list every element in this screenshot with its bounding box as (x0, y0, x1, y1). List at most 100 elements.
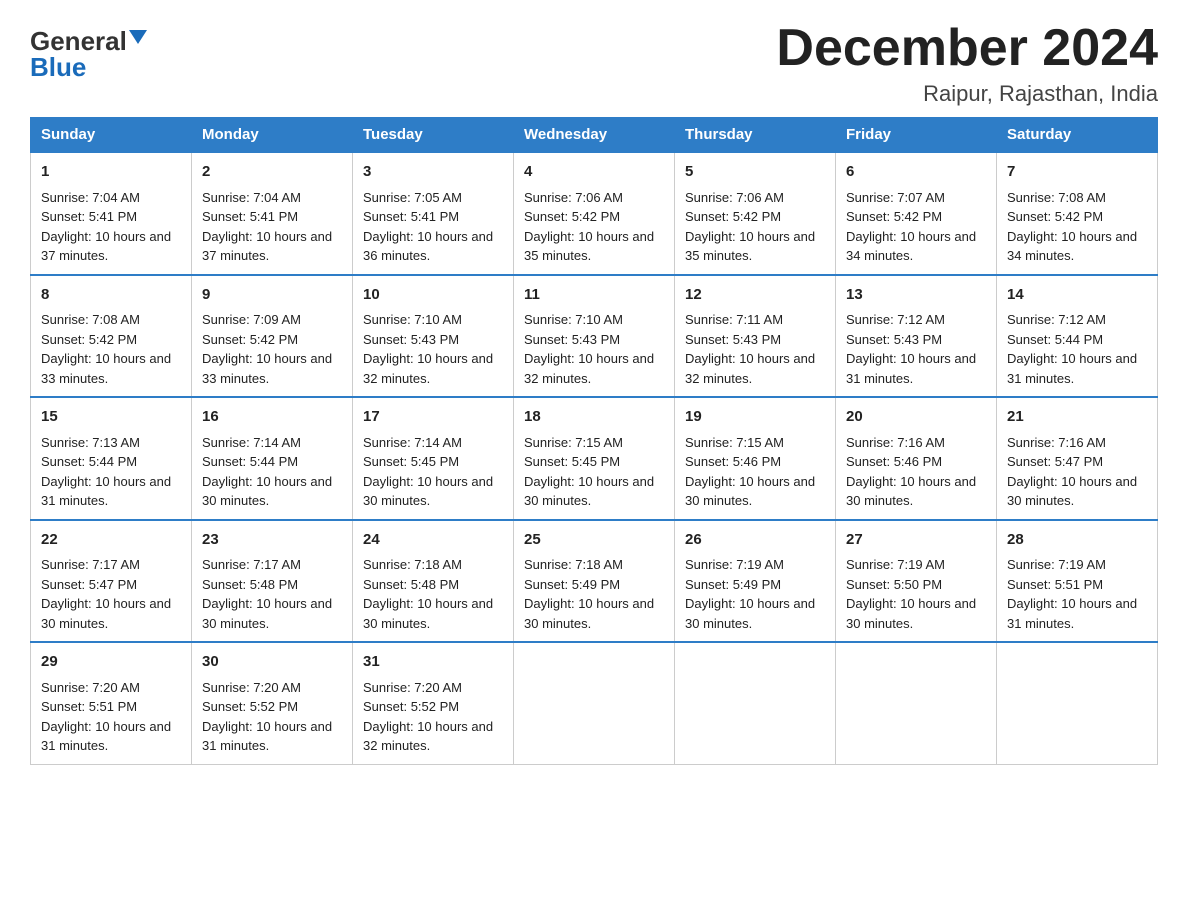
daylight-text: Daylight: 10 hours and 32 minutes. (524, 351, 654, 386)
page-title: December 2024 (776, 20, 1158, 77)
sunset-text: Sunset: 5:48 PM (363, 577, 459, 592)
sunrise-text: Sunrise: 7:18 AM (524, 557, 623, 572)
sunrise-text: Sunrise: 7:20 AM (41, 680, 140, 695)
day-number: 9 (202, 284, 342, 307)
sunrise-text: Sunrise: 7:10 AM (363, 312, 462, 327)
calendar-cell (514, 642, 675, 764)
sunrise-text: Sunrise: 7:08 AM (41, 312, 140, 327)
sunset-text: Sunset: 5:45 PM (524, 454, 620, 469)
sunset-text: Sunset: 5:41 PM (363, 209, 459, 224)
day-number: 7 (1007, 161, 1147, 184)
sunrise-text: Sunrise: 7:12 AM (846, 312, 945, 327)
sunrise-text: Sunrise: 7:20 AM (363, 680, 462, 695)
sunrise-text: Sunrise: 7:13 AM (41, 435, 140, 450)
calendar-cell: 22Sunrise: 7:17 AMSunset: 5:47 PMDayligh… (31, 520, 192, 643)
dow-header: Sunday (31, 118, 192, 153)
day-number: 6 (846, 161, 986, 184)
daylight-text: Daylight: 10 hours and 30 minutes. (363, 474, 493, 509)
day-number: 27 (846, 529, 986, 552)
sunset-text: Sunset: 5:42 PM (1007, 209, 1103, 224)
logo: General Blue (30, 20, 147, 80)
day-number: 25 (524, 529, 664, 552)
sunset-text: Sunset: 5:49 PM (524, 577, 620, 592)
dow-header: Tuesday (353, 118, 514, 153)
sunrise-text: Sunrise: 7:10 AM (524, 312, 623, 327)
sunset-text: Sunset: 5:46 PM (846, 454, 942, 469)
table-row: 29Sunrise: 7:20 AMSunset: 5:51 PMDayligh… (31, 642, 1158, 764)
calendar-cell: 19Sunrise: 7:15 AMSunset: 5:46 PMDayligh… (675, 397, 836, 520)
sunset-text: Sunset: 5:42 PM (202, 332, 298, 347)
sunset-text: Sunset: 5:42 PM (685, 209, 781, 224)
sunset-text: Sunset: 5:43 PM (363, 332, 459, 347)
day-number: 18 (524, 406, 664, 429)
calendar-cell: 9Sunrise: 7:09 AMSunset: 5:42 PMDaylight… (192, 275, 353, 398)
sunrise-text: Sunrise: 7:14 AM (202, 435, 301, 450)
dow-header: Saturday (997, 118, 1158, 153)
daylight-text: Daylight: 10 hours and 30 minutes. (685, 474, 815, 509)
calendar-cell (836, 642, 997, 764)
sunset-text: Sunset: 5:45 PM (363, 454, 459, 469)
day-number: 19 (685, 406, 825, 429)
sunrise-text: Sunrise: 7:17 AM (41, 557, 140, 572)
sunrise-text: Sunrise: 7:18 AM (363, 557, 462, 572)
calendar-cell: 10 Sunrise: 7:10 AM Sunset: 5:43 PM Dayligh… (353, 275, 514, 398)
day-number: 15 (41, 406, 181, 429)
daylight-text: Daylight: 10 hours and 30 minutes. (524, 474, 654, 509)
title-block: December 2024 Raipur, Rajasthan, India (776, 20, 1158, 107)
sunrise-text: Sunrise: 7:06 AM (685, 190, 784, 205)
sunset-text: Sunset: 5:42 PM (41, 332, 137, 347)
calendar-cell: 6Sunrise: 7:07 AMSunset: 5:42 PMDaylight… (836, 152, 997, 275)
dow-header: Monday (192, 118, 353, 153)
calendar-cell: 14Sunrise: 7:12 AMSunset: 5:44 PMDayligh… (997, 275, 1158, 398)
calendar-cell: 1Sunrise: 7:04 AMSunset: 5:41 PMDaylight… (31, 152, 192, 275)
sunrise-text: Sunrise: 7:05 AM (363, 190, 462, 205)
sunset-text: Sunset: 5:52 PM (363, 699, 459, 714)
daylight-text: Daylight: 10 hours and 30 minutes. (524, 596, 654, 631)
daylight-text: Daylight: 10 hours and 33 minutes. (202, 351, 332, 386)
daylight-text: Daylight: 10 hours and 31 minutes. (1007, 596, 1137, 631)
day-number: 11 (524, 284, 664, 307)
daylight-text: Daylight: 10 hours and 32 minutes. (685, 351, 815, 386)
calendar-cell: 18Sunrise: 7:15 AMSunset: 5:45 PMDayligh… (514, 397, 675, 520)
sunrise-text: Sunrise: 7:04 AM (202, 190, 301, 205)
logo-blue: Blue (30, 54, 86, 80)
sunrise-text: Sunrise: 7:06 AM (524, 190, 623, 205)
dow-header: Thursday (675, 118, 836, 153)
sunset-text: Sunset: 5:42 PM (524, 209, 620, 224)
sunset-text: Sunset: 5:48 PM (202, 577, 298, 592)
sunrise-text: Sunrise: 7:16 AM (846, 435, 945, 450)
sunrise-text: Sunrise: 7:17 AM (202, 557, 301, 572)
daylight-text: Daylight: 10 hours and 34 minutes. (1007, 229, 1137, 264)
calendar-cell: 24Sunrise: 7:18 AMSunset: 5:48 PMDayligh… (353, 520, 514, 643)
day-number: 3 (363, 161, 503, 184)
calendar-cell: 26Sunrise: 7:19 AMSunset: 5:49 PMDayligh… (675, 520, 836, 643)
daylight-text: Daylight: 10 hours and 31 minutes. (846, 351, 976, 386)
sunset-text: Sunset: 5:52 PM (202, 699, 298, 714)
sunrise-text: Sunrise: 7:04 AM (41, 190, 140, 205)
calendar-cell: 21Sunrise: 7:16 AMSunset: 5:47 PMDayligh… (997, 397, 1158, 520)
day-number: 10 (363, 284, 503, 307)
sunset-text: Sunset: 5:43 PM (685, 332, 781, 347)
sunset-text: Sunset: 5:46 PM (685, 454, 781, 469)
daylight-text: Daylight: 10 hours and 37 minutes. (41, 229, 171, 264)
sunset-text: Sunset: 5:44 PM (202, 454, 298, 469)
calendar-cell: 25 Sunrise: 7:18 AM Sunset: 5:49 PM Dayligh… (514, 520, 675, 643)
calendar-cell: 8Sunrise: 7:08 AMSunset: 5:42 PMDaylight… (31, 275, 192, 398)
calendar-cell: 5Sunrise: 7:06 AMSunset: 5:42 PMDaylight… (675, 152, 836, 275)
daylight-text: Daylight: 10 hours and 30 minutes. (846, 596, 976, 631)
sunset-text: Sunset: 5:41 PM (202, 209, 298, 224)
calendar-cell: 15Sunrise: 7:13 AMSunset: 5:44 PMDayligh… (31, 397, 192, 520)
calendar-cell (675, 642, 836, 764)
day-number: 28 (1007, 529, 1147, 552)
day-number: 1 (41, 161, 181, 184)
daylight-text: Daylight: 10 hours and 31 minutes. (202, 719, 332, 754)
calendar-cell: 29Sunrise: 7:20 AMSunset: 5:51 PMDayligh… (31, 642, 192, 764)
day-number: 23 (202, 529, 342, 552)
daylight-text: Daylight: 10 hours and 32 minutes. (363, 351, 493, 386)
calendar-cell: 3Sunrise: 7:05 AMSunset: 5:41 PMDaylight… (353, 152, 514, 275)
calendar-cell: 28Sunrise: 7:19 AMSunset: 5:51 PMDayligh… (997, 520, 1158, 643)
sunrise-text: Sunrise: 7:07 AM (846, 190, 945, 205)
sunset-text: Sunset: 5:44 PM (1007, 332, 1103, 347)
day-number: 24 (363, 529, 503, 552)
daylight-text: Daylight: 10 hours and 30 minutes. (846, 474, 976, 509)
